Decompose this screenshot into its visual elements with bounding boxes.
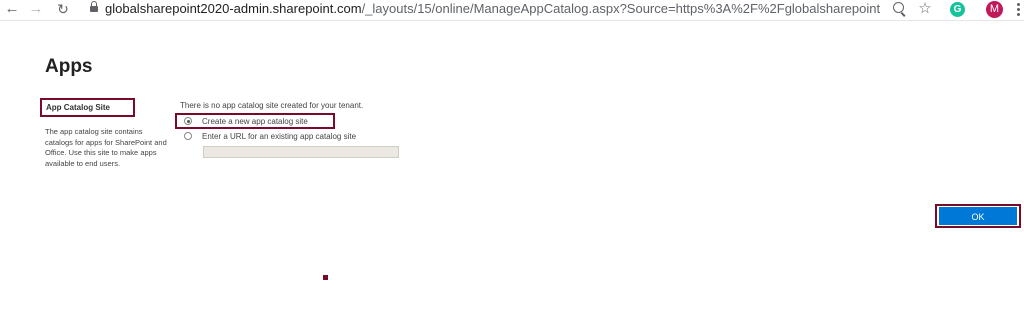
create-option-highlight [175, 113, 335, 129]
section-description: The app catalog site contains catalogs f… [45, 127, 167, 168]
grammarly-extension-icon[interactable]: G [950, 2, 965, 17]
catalog-url-input[interactable] [203, 146, 399, 158]
profile-avatar[interactable]: M [986, 1, 1003, 18]
back-arrow-icon[interactable]: ← [4, 1, 20, 17]
bookmark-star-icon[interactable]: ☆ [917, 1, 933, 17]
browser-toolbar: ← → ↻ globalsharepoint2020-admin.sharepo… [0, 0, 1024, 21]
kebab-menu-icon[interactable] [1017, 3, 1020, 18]
reload-icon[interactable]: ↻ [55, 1, 71, 17]
ok-button[interactable]: OK [939, 207, 1017, 225]
annotation-marker [323, 275, 328, 280]
url-host: globalsharepoint2020-admin.sharepoint.co… [105, 1, 362, 16]
forward-arrow-icon[interactable]: → [28, 1, 44, 17]
status-message: There is no app catalog site created for… [180, 101, 364, 110]
page-title: Apps [45, 56, 93, 77]
zoom-icon[interactable] [893, 2, 904, 13]
address-bar[interactable]: globalsharepoint2020-admin.sharepoint.co… [105, 1, 880, 17]
existing-url-radio[interactable] [184, 132, 192, 140]
section-title: App Catalog Site [46, 103, 111, 112]
existing-url-label[interactable]: Enter a URL for an existing app catalog … [202, 132, 356, 141]
url-path: /_layouts/15/online/ManageAppCatalog.asp… [361, 1, 880, 16]
lock-icon[interactable] [90, 1, 98, 12]
